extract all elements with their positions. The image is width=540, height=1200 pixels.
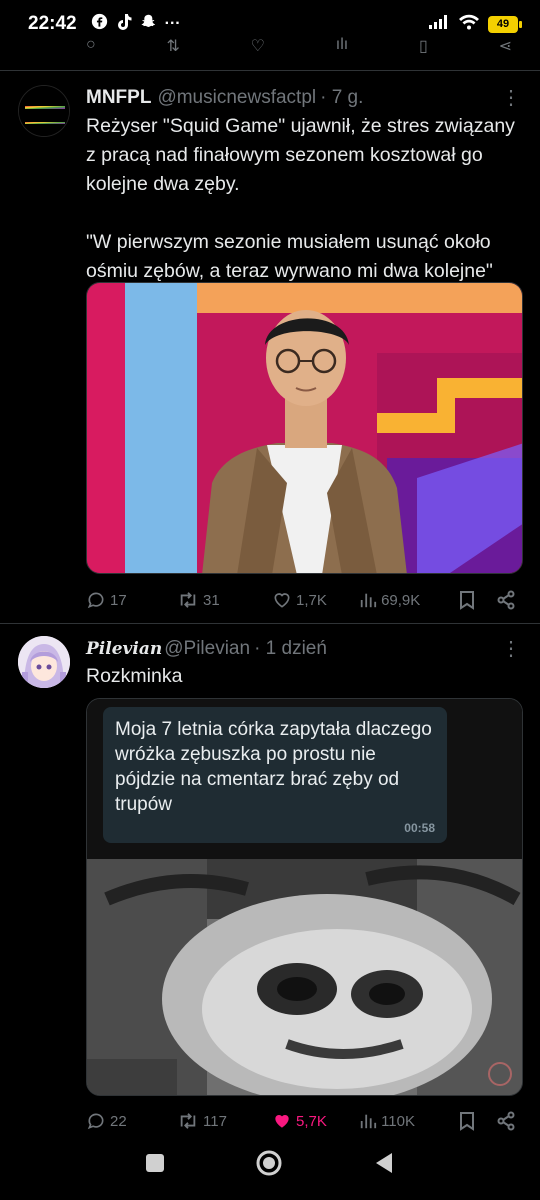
author-name[interactable]: MNFPL [86, 87, 151, 109]
reply-button[interactable]: 17 [86, 590, 177, 610]
heart-filled-icon [275, 1115, 289, 1128]
like-button[interactable]: 5,7K [272, 1111, 359, 1131]
like-count: 1,7K [296, 591, 327, 609]
share-icon[interactable] [496, 1111, 516, 1131]
bookmark-icon[interactable] [458, 1111, 476, 1131]
reply-button[interactable]: 22 [86, 1111, 177, 1131]
view-count: 110K [381, 1112, 415, 1130]
retweet-icon [180, 1113, 196, 1129]
bookmark-icon[interactable]: ▯ [419, 36, 428, 56]
reply-count: 22 [110, 1112, 127, 1130]
views-icon [360, 1114, 377, 1129]
system-navigation-bar [0, 1130, 540, 1200]
views-button[interactable]: 69,9K [359, 591, 458, 609]
author-handle[interactable]: @Pilevian [164, 638, 250, 660]
reply-icon [87, 1113, 104, 1130]
author-name[interactable]: Pilevian [86, 639, 162, 659]
share-icon[interactable]: ⋖ [499, 36, 512, 56]
like-icon[interactable]: ♡ [251, 36, 265, 56]
heart-icon [274, 593, 290, 608]
view-count: 69,9K [381, 591, 421, 609]
reply-icon [87, 592, 104, 609]
tweet-photo[interactable] [86, 282, 523, 574]
more-options-icon[interactable]: ⋮ [501, 636, 521, 661]
retweet-count: 31 [203, 591, 220, 609]
views-button[interactable]: 110K [359, 1112, 458, 1130]
bookmark-icon[interactable] [458, 590, 476, 610]
tweet-mnfpl[interactable]: MNFPL @musicnewsfactpl · 7 g. ⋮ Reżyser … [0, 71, 540, 623]
meme-face-image [87, 859, 522, 1095]
post-time[interactable]: · 1 dzień [254, 638, 327, 660]
tweet-photo[interactable]: Moja 7 letnia córka zapytała dlaczego wr… [86, 698, 523, 1096]
avatar[interactable] [18, 636, 70, 688]
retweet-button[interactable]: 31 [177, 590, 272, 610]
views-icon[interactable]: ılı [336, 36, 348, 56]
tweet-text: Reżyser "Squid Game" ujawnił, że stres z… [86, 115, 515, 282]
retweet-count: 117 [203, 1112, 227, 1130]
previous-tweet-actions: ○ ⇅ ♡ ılı ▯ ⋖ [0, 32, 540, 60]
like-count: 5,7K [296, 1112, 327, 1130]
recents-button[interactable] [145, 1153, 165, 1178]
reply-count: 17 [110, 591, 127, 609]
chat-bubble: Moja 7 letnia córka zapytała dlaczego wr… [103, 707, 447, 843]
retweet-icon[interactable]: ⇅ [166, 36, 179, 56]
reply-icon[interactable]: ○ [86, 36, 96, 56]
tweet-text: Rozkminka [86, 665, 183, 687]
more-notifications-icon: ··· [164, 15, 181, 32]
tweet-pilevian[interactable]: Pilevian @Pilevian · 1 dzień ⋮ Rozkminka… [0, 624, 540, 1144]
avatar[interactable] [18, 85, 70, 137]
tweet-actions: 17 31 1,7K 69,9K [86, 590, 516, 610]
views-icon [360, 593, 377, 608]
retweet-icon [180, 592, 196, 608]
back-button[interactable] [373, 1151, 395, 1180]
home-button[interactable] [255, 1149, 283, 1182]
more-options-icon[interactable]: ⋮ [501, 85, 521, 110]
battery-icon: 49 [488, 15, 522, 33]
retweet-button[interactable]: 117 [177, 1111, 272, 1131]
like-button[interactable]: 1,7K [272, 590, 359, 610]
post-time[interactable]: · 7 g. [320, 87, 363, 109]
chat-message: Moja 7 letnia córka zapytała dlaczego wr… [115, 719, 432, 815]
chat-message-time: 00:58 [404, 821, 435, 835]
tweet-actions: 22 117 5,7K 110K [86, 1111, 516, 1131]
share-icon[interactable] [496, 590, 516, 610]
author-handle[interactable]: @musicnewsfactpl [157, 87, 316, 109]
